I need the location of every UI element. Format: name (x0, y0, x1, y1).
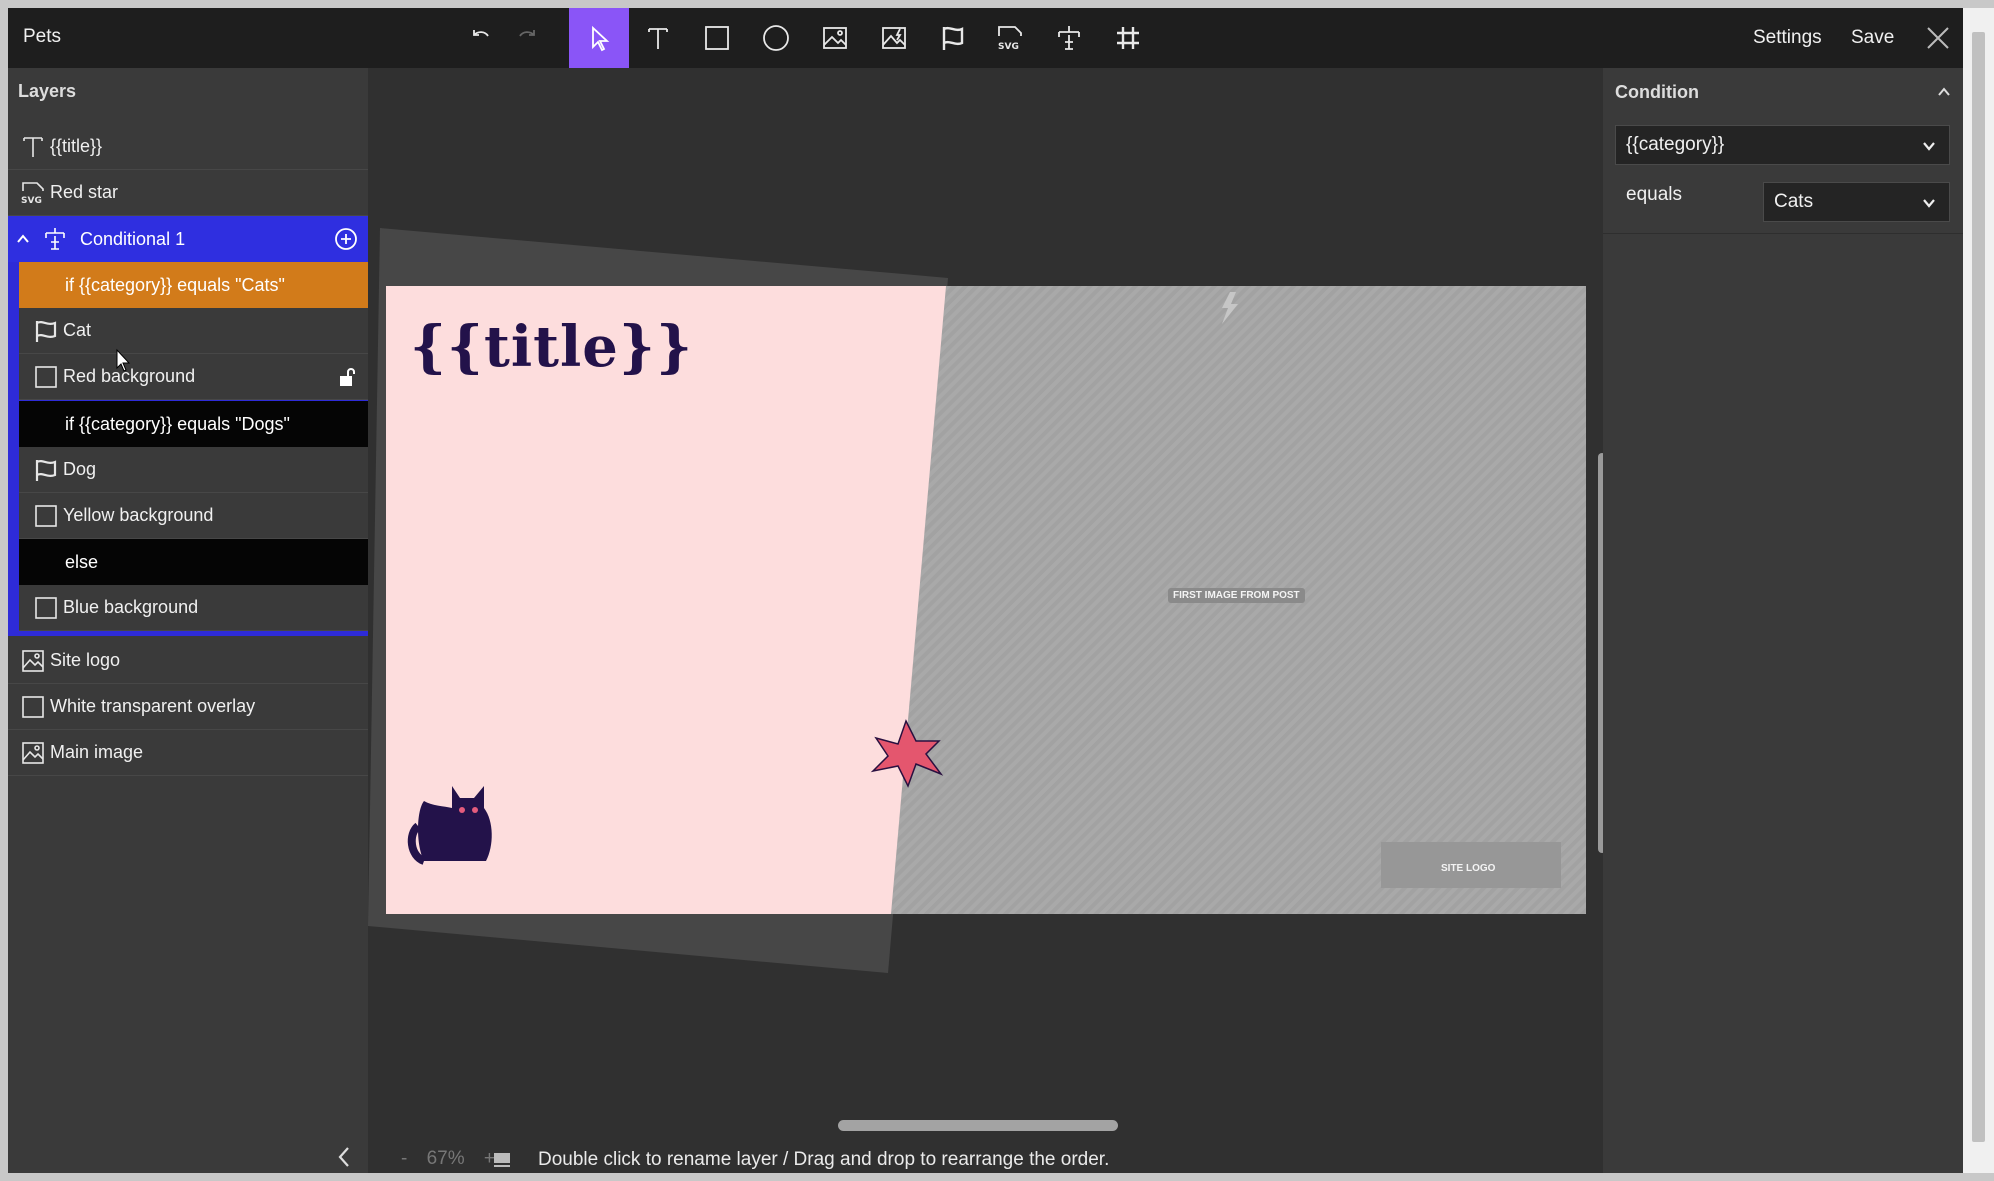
site-logo-placeholder[interactable]: SITE LOGO (1381, 842, 1561, 888)
conditional-tool-icon (1058, 26, 1080, 50)
rectangle-layer-icon (35, 365, 57, 388)
editor-app: Pets SVG Settings Save Layers {{title}} … (8, 8, 1963, 1173)
ellipse-tool-icon (763, 25, 789, 51)
collapse-panel-icon[interactable] (336, 1146, 352, 1168)
unlock-icon[interactable] (338, 367, 356, 387)
condition-field-value: {{category}} (1626, 134, 1725, 155)
rectangle-layer-icon (35, 596, 57, 619)
layer-label: Cat (63, 320, 92, 340)
image-layer-icon (22, 741, 44, 764)
condition-value-select[interactable]: Cats (1763, 182, 1950, 222)
chevron-down-icon (1923, 142, 1935, 151)
layer-label: Red star (50, 182, 119, 202)
artboard-shapes (386, 286, 1586, 914)
layer-item-site-logo[interactable]: Site logo (8, 638, 368, 684)
top-toolbar: Pets SVG Settings Save (8, 8, 1963, 68)
rectangle-layer-icon (22, 695, 44, 718)
layer-item-blue-background[interactable]: Blue background (19, 585, 368, 631)
condition-heading: Condition (1615, 82, 1699, 102)
artboard[interactable]: {{title}} FIRST IMAGE FROM POST SITE LOG… (386, 286, 1586, 914)
layers-panel: Layers {{title}} SVG Red star Conditiona… (8, 68, 368, 1173)
zoom-out-button[interactable]: - (401, 1148, 407, 1169)
condition-field-select[interactable]: {{category}} (1615, 125, 1950, 165)
save-button[interactable]: Save (1851, 27, 1894, 49)
text-tool-icon (648, 28, 668, 49)
close-icon[interactable] (1926, 26, 1950, 50)
image-tool-button[interactable] (805, 8, 865, 68)
flag-tool-icon (942, 26, 964, 50)
settings-button[interactable]: Settings (1753, 27, 1822, 49)
conditional-label: Conditional 1 (80, 228, 186, 249)
condition-value: Cats (1774, 191, 1814, 212)
app-title: Pets (23, 26, 62, 47)
redo-button[interactable] (498, 8, 558, 68)
operator-label: equals (1626, 184, 1682, 205)
layer-label: {{title}} (50, 136, 103, 156)
branch-if-cats[interactable]: if {{category}} equals "Cats" (19, 262, 368, 308)
conditional-layer-icon (45, 228, 65, 250)
svg-tool-icon: SVG (998, 26, 1022, 52)
layer-item-yellow-background[interactable]: Yellow background (19, 493, 368, 539)
branch-if-dogs[interactable]: if {{category}} equals "Dogs" (19, 401, 368, 447)
fit-screen-icon[interactable] (493, 1151, 511, 1169)
chevron-down-icon (1923, 199, 1935, 208)
redo-icon (519, 30, 535, 37)
layer-item-dog[interactable]: Dog (19, 447, 368, 493)
conditional-tool-button[interactable] (1039, 8, 1099, 68)
mouse-cursor-icon (116, 348, 131, 372)
layer-label: Dog (63, 459, 97, 479)
layer-label: Blue background (63, 597, 199, 617)
select-pointer-icon (592, 25, 610, 52)
title-text[interactable]: {{title}} (410, 314, 693, 380)
canvas-area[interactable]: {{title}} FIRST IMAGE FROM POST SITE LOG… (368, 68, 1606, 1173)
select-tool-button[interactable] (569, 8, 629, 68)
layer-item-red-star[interactable]: SVG Red star (8, 170, 368, 216)
canvas-horizontal-scrollbar[interactable] (838, 1120, 1118, 1131)
chevron-up-icon[interactable] (16, 232, 30, 246)
rectangle-layer-icon (35, 504, 57, 527)
grid-toggle-button[interactable] (1098, 8, 1158, 68)
layer-label: Site logo (50, 650, 121, 670)
svg-text:SVG: SVG (21, 196, 42, 206)
branch-else[interactable]: else (19, 539, 368, 585)
text-layer-icon (23, 136, 43, 157)
panel-divider (1603, 233, 1963, 234)
layer-item-cat[interactable]: Cat (19, 308, 368, 354)
image-layer-icon (22, 649, 44, 672)
flag-tool-button[interactable] (923, 8, 983, 68)
first-image-placeholder: FIRST IMAGE FROM POST (1168, 588, 1305, 603)
layer-label: Main image (50, 742, 144, 762)
dynamic-image-tool-button[interactable] (864, 8, 924, 68)
zoom-control: - 67% + (401, 1148, 495, 1170)
rectangle-tool-icon (705, 26, 729, 50)
layers-heading: Layers (18, 81, 77, 101)
svg-tool-button[interactable]: SVG (980, 8, 1040, 68)
image-tool-icon (823, 27, 847, 49)
condition-panel: Condition {{category}} equals Cats (1603, 68, 1963, 1173)
chevron-up-icon[interactable] (1937, 86, 1951, 98)
text-tool-button[interactable] (628, 8, 688, 68)
layer-label: Yellow background (63, 505, 214, 525)
add-branch-icon[interactable] (334, 227, 358, 251)
window-scrollbar-thumb[interactable] (1972, 32, 1985, 1142)
svg-text:SVG: SVG (998, 42, 1019, 52)
undo-icon (473, 30, 489, 37)
grid-icon (1117, 27, 1139, 49)
layer-label: White transparent overlay (50, 696, 256, 716)
layer-item-main-image[interactable]: Main image (8, 730, 368, 776)
svg-layer-icon: SVG (21, 181, 44, 206)
layer-item-title[interactable]: {{title}} (8, 124, 368, 170)
layer-item-conditional[interactable]: Conditional 1 (8, 216, 368, 262)
ellipse-tool-button[interactable] (746, 8, 806, 68)
rectangle-tool-button[interactable] (687, 8, 747, 68)
status-hint: Double click to rename layer / Drag and … (538, 1149, 1110, 1170)
zoom-level: 67% (426, 1148, 465, 1169)
flag-layer-icon (35, 320, 57, 342)
flag-layer-icon (35, 459, 57, 481)
site-logo-label: SITE LOGO (1441, 863, 1496, 874)
layer-item-red-background[interactable]: Red background (19, 348, 368, 400)
window-scrollbar[interactable] (1963, 8, 1994, 1173)
layer-item-white-overlay[interactable]: White transparent overlay (8, 684, 368, 730)
dynamic-image-tool-icon (882, 27, 906, 49)
